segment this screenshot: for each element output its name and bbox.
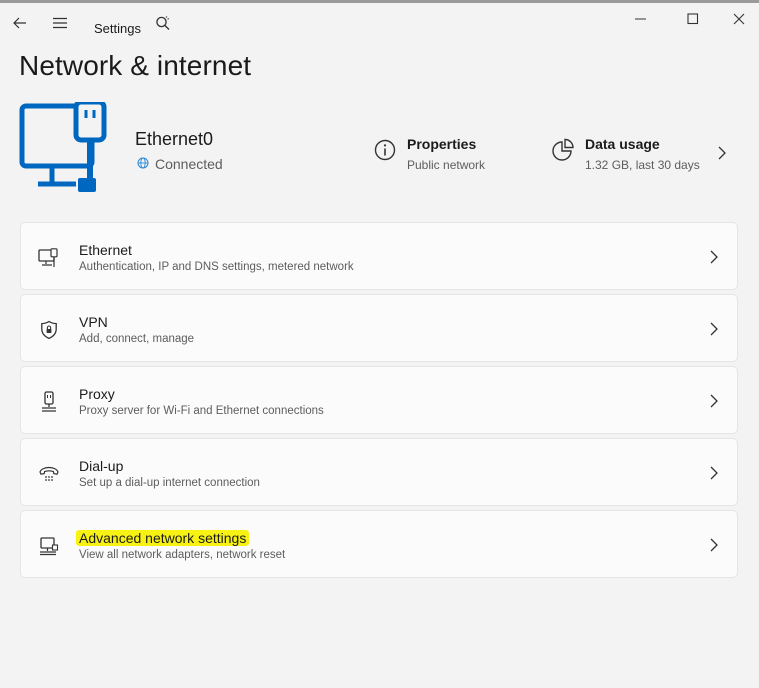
chevron-right-icon xyxy=(707,393,721,409)
card-dial-up[interactable]: Dial-up Set up a dial-up internet connec… xyxy=(20,438,738,506)
network-adapter-icon xyxy=(38,535,60,557)
ethernet-icon xyxy=(38,247,60,269)
card-advanced-network-settings[interactable]: Advanced network settings View all netwo… xyxy=(20,510,738,578)
minimize-button[interactable] xyxy=(626,8,656,30)
card-title: Advanced network settings xyxy=(76,530,250,546)
connection-status: Connected xyxy=(137,156,223,172)
proxy-icon xyxy=(38,391,60,413)
chevron-right-icon xyxy=(707,465,721,481)
search-icon[interactable] xyxy=(153,13,173,33)
chevron-right-icon xyxy=(707,249,721,265)
connection-status-label: Connected xyxy=(155,156,223,172)
shield-icon xyxy=(38,319,60,341)
properties-subtitle: Public network xyxy=(407,158,486,172)
globe-icon xyxy=(137,156,149,172)
card-subtitle: View all network adapters, network reset xyxy=(79,549,286,561)
settings-card-list: Ethernet Authentication, IP and DNS sett… xyxy=(20,222,738,582)
chevron-right-icon xyxy=(707,321,721,337)
properties-link[interactable]: Properties Public network xyxy=(373,136,485,172)
card-title: Dial-up xyxy=(79,458,124,474)
close-button[interactable] xyxy=(724,8,754,30)
arrow-left-icon[interactable] xyxy=(10,13,30,33)
card-subtitle: Proxy server for Wi-Fi and Ethernet conn… xyxy=(79,405,324,417)
card-title: Ethernet xyxy=(79,242,132,258)
info-icon xyxy=(373,138,397,162)
card-vpn[interactable]: VPN Add, connect, manage xyxy=(20,294,738,362)
dialup-phone-icon xyxy=(38,463,60,485)
maximize-button[interactable] xyxy=(678,8,708,30)
card-title: VPN xyxy=(79,314,108,330)
hamburger-menu-icon[interactable] xyxy=(50,13,70,33)
data-usage-title: Data usage xyxy=(585,136,660,152)
pie-chart-icon xyxy=(551,138,575,162)
connection-name: Ethernet0 xyxy=(135,129,214,149)
card-subtitle: Set up a dial-up internet connection xyxy=(79,477,260,489)
data-usage-subtitle: 1.32 GB, last 30 days xyxy=(585,158,700,172)
ethernet-monitor-icon xyxy=(18,99,114,198)
card-proxy[interactable]: Proxy Proxy server for Wi-Fi and Etherne… xyxy=(20,366,738,434)
page-title: Network & internet xyxy=(19,50,252,81)
data-usage-link[interactable]: Data usage 1.32 GB, last 30 days xyxy=(551,136,700,172)
card-title: Proxy xyxy=(79,386,115,402)
card-subtitle: Authentication, IP and DNS settings, met… xyxy=(79,261,354,273)
app-title: Settings xyxy=(94,21,141,36)
card-ethernet[interactable]: Ethernet Authentication, IP and DNS sett… xyxy=(20,222,738,290)
highlighted-title: Advanced network settings xyxy=(76,530,250,546)
title-bar: Settings xyxy=(0,3,759,47)
properties-title: Properties xyxy=(407,136,477,152)
chevron-right-icon[interactable] xyxy=(715,145,729,161)
chevron-right-icon xyxy=(707,537,721,553)
card-subtitle: Add, connect, manage xyxy=(79,333,195,345)
